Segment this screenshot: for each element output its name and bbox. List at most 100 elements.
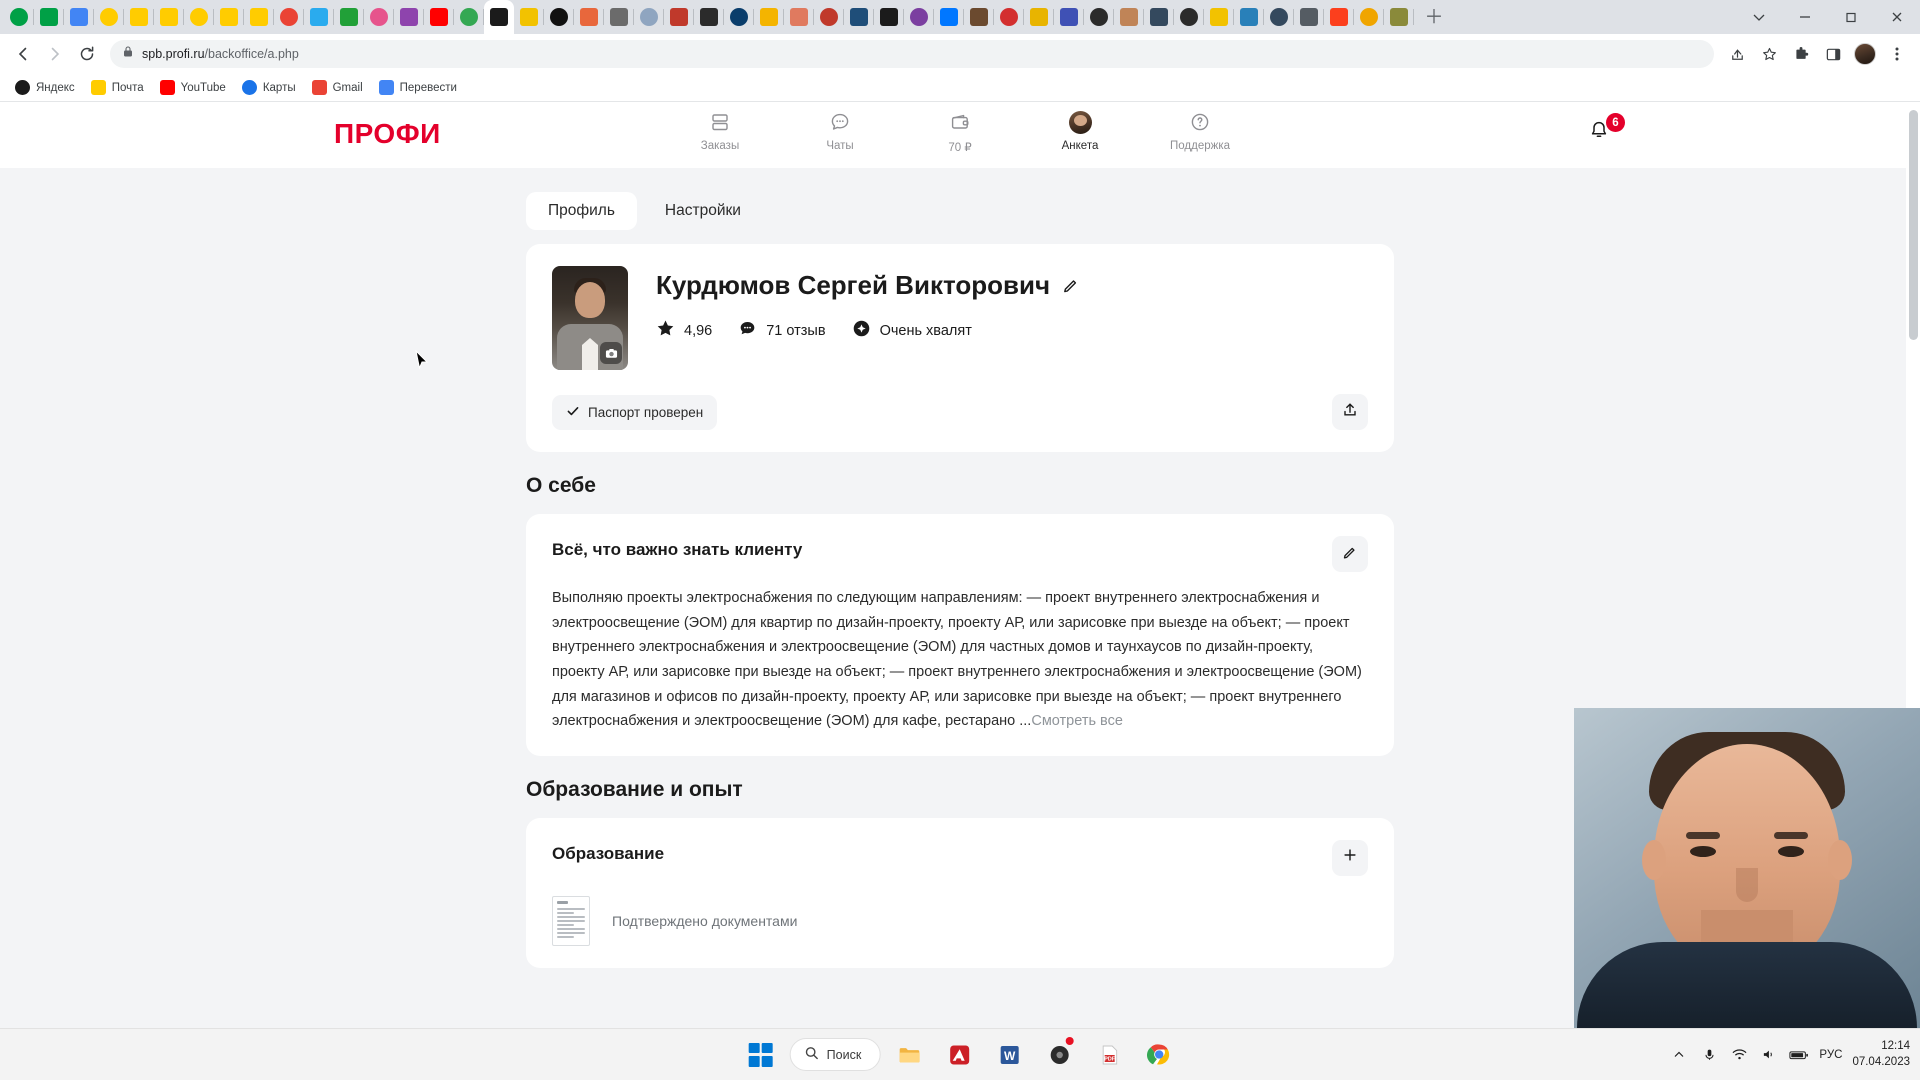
tab-iek[interactable] — [724, 3, 754, 31]
tab-youtube[interactable] — [424, 3, 454, 31]
puzzle-icon[interactable] — [1786, 39, 1816, 69]
tab-green-2[interactable] — [34, 3, 64, 31]
tab-lightning[interactable] — [1054, 3, 1084, 31]
chevron-up-icon[interactable] — [1669, 1045, 1689, 1065]
taskbar-explorer[interactable] — [888, 1035, 930, 1075]
tab-stripes[interactable] — [844, 3, 874, 31]
volume-icon[interactable] — [1759, 1045, 1779, 1065]
tab-telegram[interactable] — [304, 3, 334, 31]
share-icon[interactable] — [1722, 39, 1752, 69]
tab-mail-1[interactable] — [94, 3, 124, 31]
close-button[interactable] — [1874, 0, 1920, 34]
forward-arrow-icon[interactable] — [40, 39, 70, 69]
windows-start-icon[interactable] — [740, 1035, 782, 1075]
minimize-button[interactable] — [1782, 0, 1828, 34]
tab-pink-circle[interactable] — [364, 3, 394, 31]
tab-eagle[interactable] — [964, 3, 994, 31]
tray-clock[interactable]: 12:14 07.04.2023 — [1852, 1039, 1910, 1070]
tab-person[interactable] — [1114, 3, 1144, 31]
taskbar-adobe[interactable] — [938, 1035, 980, 1075]
tab-download[interactable] — [604, 3, 634, 31]
profi-logo[interactable]: ПРОФИ — [334, 118, 441, 150]
tab-profi-active[interactable] — [484, 0, 514, 34]
microphone-icon[interactable] — [1699, 1045, 1719, 1065]
taskbar-search[interactable]: Поиск — [789, 1038, 881, 1071]
tab-chart-line[interactable] — [694, 3, 724, 31]
back-arrow-icon[interactable] — [8, 39, 38, 69]
tab-warning[interactable] — [514, 3, 544, 31]
bookmark-1[interactable]: Яндекс — [8, 77, 82, 98]
tab-docs[interactable] — [64, 3, 94, 31]
bookmark-3[interactable]: YouTube — [153, 77, 233, 98]
address-bar[interactable]: spb.profi.ru/backoffice/a.php — [110, 40, 1714, 68]
tab-mail-2[interactable] — [124, 3, 154, 31]
tab-settings[interactable]: Настройки — [643, 192, 763, 230]
nav-orders[interactable]: Заказы — [683, 110, 757, 152]
tab-grid-1[interactable] — [1144, 3, 1174, 31]
tab-bug[interactable] — [1384, 3, 1414, 31]
tab-warning-2[interactable] — [1204, 3, 1234, 31]
edit-about-button[interactable] — [1332, 536, 1368, 572]
tab-grid-2[interactable] — [1264, 3, 1294, 31]
profile-photo[interactable] — [552, 266, 628, 370]
browser-profile-avatar[interactable] — [1850, 39, 1880, 69]
tab-pdf[interactable] — [994, 3, 1024, 31]
three-dot-menu-icon[interactable] — [1882, 39, 1912, 69]
add-education-button[interactable] — [1332, 839, 1368, 876]
tab-green-1[interactable] — [4, 3, 34, 31]
tab-mail-3[interactable] — [154, 3, 184, 31]
bookmark-2[interactable]: Почта — [84, 77, 151, 98]
tab-bulb[interactable] — [754, 3, 784, 31]
tab-profile[interactable]: Профиль — [526, 192, 637, 230]
bookmark-6[interactable]: Перевести — [372, 77, 464, 98]
tab-calculator[interactable] — [904, 3, 934, 31]
share-profile-button[interactable] — [1332, 394, 1368, 430]
nav-support[interactable]: Поддержка — [1163, 110, 1237, 152]
tab-printer[interactable] — [634, 3, 664, 31]
bookmark-4[interactable]: Карты — [235, 77, 303, 98]
tab-t-circle-2[interactable] — [1174, 3, 1204, 31]
tab-house[interactable] — [574, 3, 604, 31]
tab-sber[interactable] — [334, 3, 364, 31]
nav-balance[interactable]: 70 ₽ — [923, 110, 997, 154]
education-document-row[interactable]: Подтверждено документами — [552, 890, 1368, 946]
tab-black-compass[interactable] — [544, 3, 574, 31]
tab-t-circle[interactable] — [1084, 3, 1114, 31]
new-tab-button[interactable]: ＋ — [1420, 3, 1448, 31]
notifications-button[interactable]: 6 — [1586, 113, 1625, 152]
reviews-stat[interactable]: 71 отзыв — [738, 319, 826, 342]
bookmark-5[interactable]: Gmail — [305, 77, 370, 98]
reload-icon[interactable] — [72, 39, 102, 69]
camera-icon[interactable] — [600, 342, 622, 364]
tab-helmet[interactable] — [1234, 3, 1264, 31]
tab-mail-5[interactable] — [214, 3, 244, 31]
tab-yandex[interactable] — [1324, 3, 1354, 31]
tab-gear[interactable] — [1294, 3, 1324, 31]
tab-vk[interactable] — [934, 3, 964, 31]
tab-colorful-dots[interactable] — [454, 3, 484, 31]
side-panel-icon[interactable] — [1818, 39, 1848, 69]
tab-mail-4[interactable] — [184, 3, 214, 31]
taskbar-pdf[interactable]: PDF — [1088, 1035, 1130, 1075]
wifi-icon[interactable] — [1729, 1045, 1749, 1065]
tab-globe[interactable] — [1354, 3, 1384, 31]
maximize-button[interactable] — [1828, 0, 1874, 34]
scrollbar-thumb[interactable] — [1909, 110, 1918, 340]
tray-language[interactable]: РУС — [1819, 1049, 1842, 1061]
tab-220blog-1[interactable] — [664, 3, 694, 31]
tab-search-button[interactable] — [1736, 0, 1782, 34]
nav-profile[interactable]: Анкета — [1043, 110, 1117, 152]
battery-icon[interactable] — [1789, 1045, 1809, 1065]
pencil-icon[interactable] — [1062, 270, 1080, 301]
tab-220blog-2[interactable] — [814, 3, 844, 31]
taskbar-chrome[interactable] — [1138, 1035, 1180, 1075]
show-all-link[interactable]: Смотреть все — [1031, 713, 1123, 729]
nav-chats[interactable]: Чаты — [803, 110, 877, 152]
tab-photo[interactable] — [784, 3, 814, 31]
tab-purple-arc[interactable] — [394, 3, 424, 31]
taskbar-word[interactable]: W — [988, 1035, 1030, 1075]
tab-gmail[interactable] — [274, 3, 304, 31]
taskbar-media[interactable] — [1038, 1035, 1080, 1075]
star-icon[interactable] — [1754, 39, 1784, 69]
tab-mail-6[interactable] — [244, 3, 274, 31]
